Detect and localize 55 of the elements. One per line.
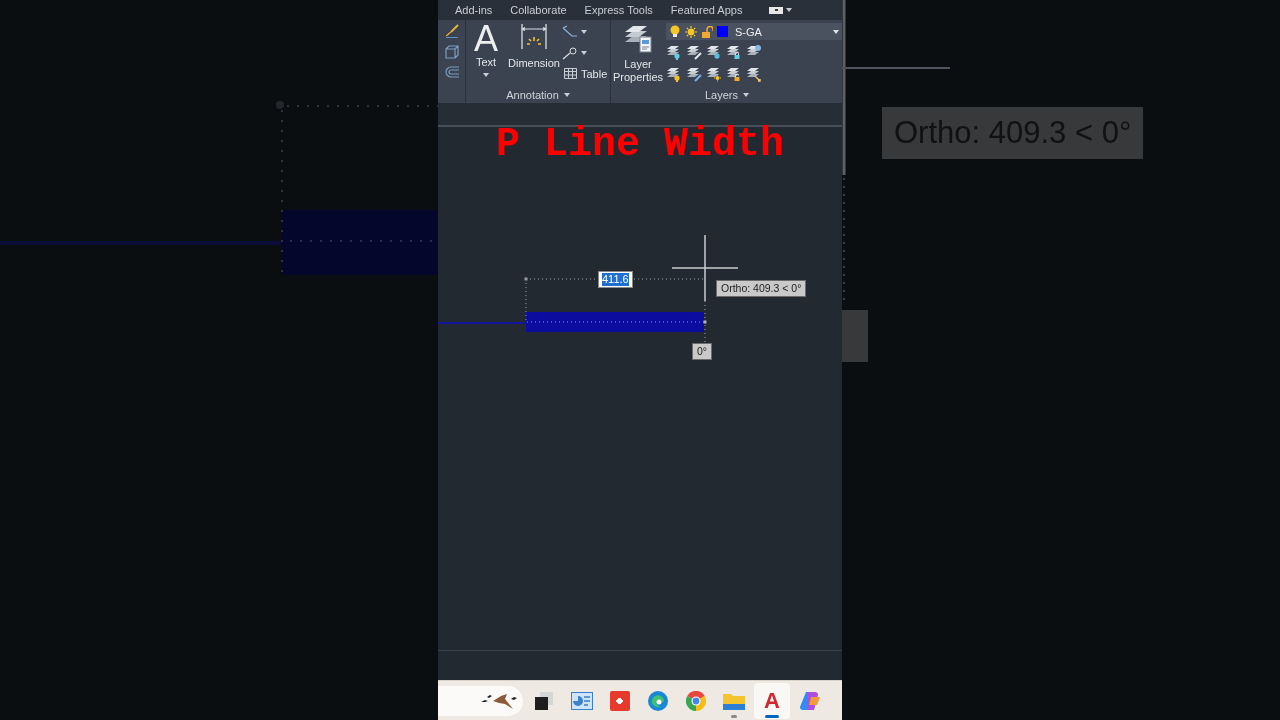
colorful-swirl-icon [800, 690, 820, 711]
dimension-icon [520, 23, 548, 50]
layer-dropdown[interactable]: S-GA [666, 23, 842, 40]
annotation-panel-title[interactable]: Annotation [506, 86, 570, 103]
table-tool-button[interactable]: Table [562, 64, 610, 83]
text-tool-button[interactable]: A Text [468, 20, 504, 77]
layer-edit-icon[interactable] [686, 44, 702, 60]
tri-color-circle-icon [686, 690, 706, 711]
swirl-circle-icon [648, 690, 668, 711]
ribbon-tab[interactable]: Collaborate [509, 1, 568, 19]
layer-freeze-icon[interactable] [706, 44, 722, 60]
folder-icon [723, 691, 745, 710]
search-field[interactable] [438, 685, 523, 716]
layer-on-icon[interactable] [666, 66, 682, 82]
window-icon [769, 6, 784, 14]
ribbon-tab[interactable]: Add-ins [454, 1, 494, 19]
table-icon [564, 68, 577, 79]
caret-icon [786, 8, 793, 12]
dimension-tool-button[interactable]: Dimension [508, 20, 560, 70]
caret-icon [581, 29, 587, 34]
dynamic-input-field[interactable]: 411.6 [598, 271, 633, 288]
ribbon-tab[interactable]: Featured Apps [669, 1, 744, 19]
leader-icon[interactable] [562, 24, 578, 39]
caret-icon [563, 92, 570, 97]
caret-icon [483, 73, 489, 77]
layer-unlock-icon[interactable] [726, 66, 742, 82]
layer-pencil-icon[interactable] [686, 66, 702, 82]
layer-bulb-icon[interactable] [666, 44, 682, 60]
cube-icon[interactable] [444, 45, 459, 59]
angle-tooltip: 0° [692, 343, 713, 360]
tooltip-fragment [842, 310, 868, 362]
caret-icon [743, 92, 749, 97]
layer-sheets-icon [623, 23, 653, 54]
sun-icon[interactable] [685, 25, 697, 38]
caret-icon [833, 29, 839, 34]
drawing-title: P Line Width [495, 127, 784, 163]
layer-lock-icon[interactable] [726, 44, 742, 60]
chart-window-icon [571, 691, 593, 710]
layers-panel-title[interactable]: Layers [705, 86, 749, 103]
stacked-squares-icon [534, 690, 554, 711]
open-lock-icon[interactable] [701, 25, 713, 38]
ribbon-tab[interactable]: Express Tools [583, 1, 654, 19]
layer-match-icon[interactable] [746, 66, 762, 82]
grip-point[interactable] [524, 277, 528, 281]
diamond-tile-icon [610, 690, 630, 711]
nested-arcs-icon[interactable] [444, 66, 459, 78]
lightbulb-icon[interactable] [669, 25, 681, 38]
layer-properties-button[interactable]: Layer Properties [611, 20, 665, 84]
ortho-tooltip: Ortho: 409.3 < 0° [716, 280, 807, 297]
caret-icon [581, 50, 587, 55]
grip-point[interactable] [703, 320, 707, 324]
layer-thaw-icon[interactable] [706, 66, 722, 82]
leader-circle-icon[interactable] [562, 45, 578, 60]
paintbrush-icon[interactable] [444, 24, 459, 38]
taskbar-app-button[interactable]: A [754, 682, 790, 719]
